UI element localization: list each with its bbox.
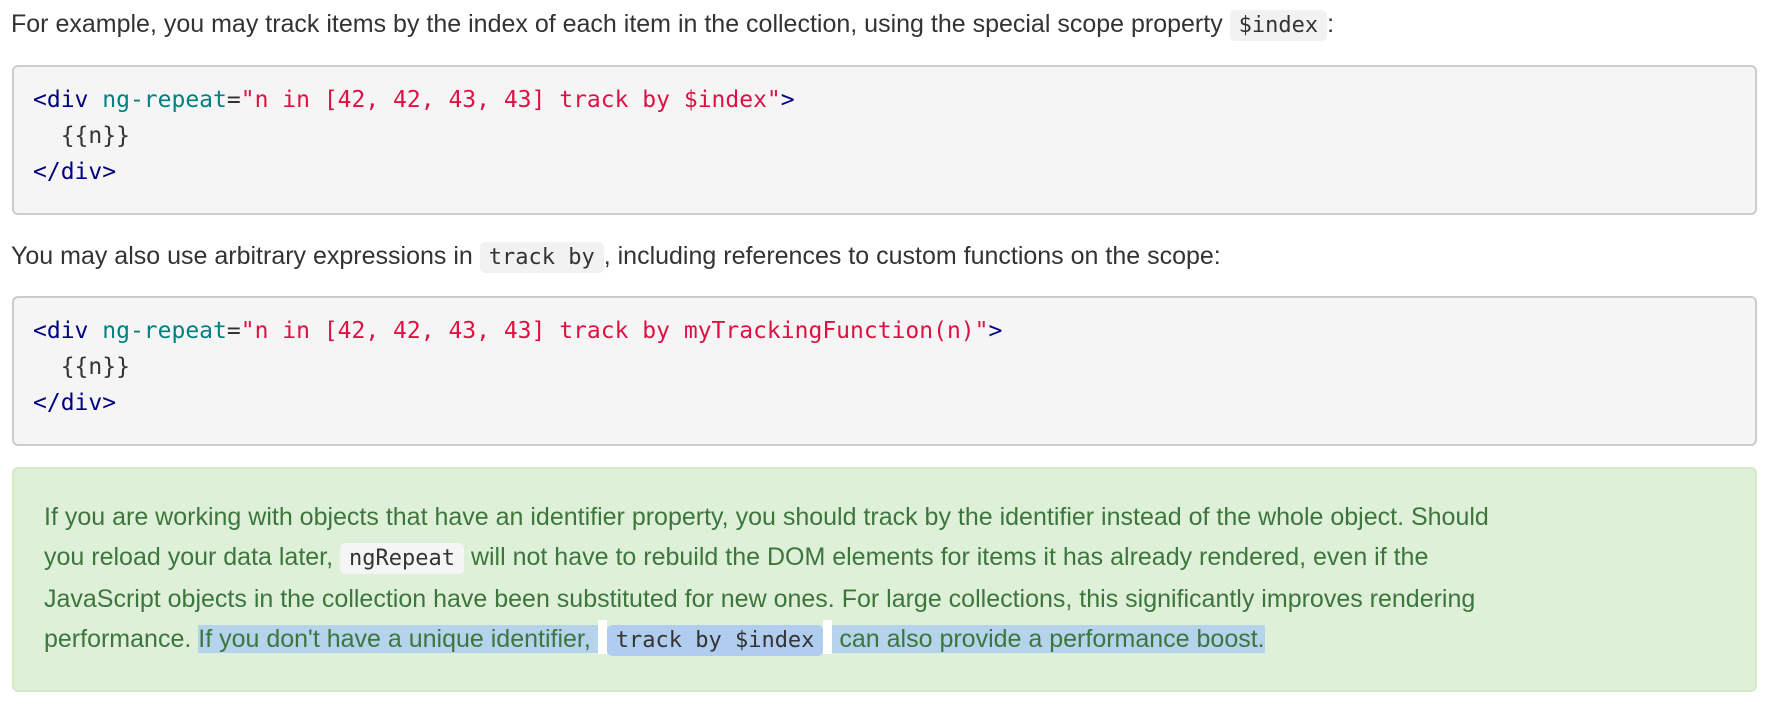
- code-tag-close: >: [988, 318, 1003, 344]
- code-end-tag: </div>: [33, 390, 117, 416]
- code-block-track-by-function: <div ng-repeat="n in [42, 42, 43, 43] tr…: [12, 296, 1757, 446]
- code-attr: ng-repeat: [102, 318, 227, 344]
- inline-code-track-by: track by: [479, 242, 604, 273]
- expressions-text: You may also use arbitrary expressions i…: [11, 242, 480, 270]
- alert-line-3: JavaScript objects in the collection hav…: [44, 579, 1725, 619]
- code-body: {{n}}: [33, 354, 130, 380]
- selection-gap: [597, 620, 607, 654]
- alert-line-4: performance. If you don't have a unique …: [44, 619, 1725, 661]
- selected-text-a[interactable]: If you don't have a unique identifier,: [198, 625, 598, 653]
- code-eq: =: [226, 87, 241, 113]
- success-alert: If you are working with objects that hav…: [12, 467, 1757, 692]
- code-block-track-by-index: <div ng-repeat="n in [42, 42, 43, 43] tr…: [12, 65, 1757, 215]
- code-attr-value: "n in [42, 42, 43, 43] track by $index": [240, 87, 781, 113]
- intro-paragraph: For example, you may track items by the …: [11, 6, 1334, 44]
- alert-line-2: you reload your data later, ngRepeat wil…: [44, 537, 1725, 579]
- expressions-suffix: , including references to custom functio…: [603, 242, 1221, 270]
- inline-code-ngrepeat: ngRepeat: [340, 543, 464, 574]
- alert-line-2-text-a: you reload your data later,: [44, 543, 341, 571]
- code-tag-open: <div: [33, 87, 89, 113]
- code-tag-open: <div: [33, 318, 89, 344]
- code-eq: =: [226, 318, 241, 344]
- code-attr: ng-repeat: [102, 87, 227, 113]
- expressions-paragraph: You may also use arbitrary expressions i…: [11, 238, 1221, 276]
- inline-code-track-by-index[interactable]: track by $index: [606, 625, 824, 656]
- alert-line-3-text: JavaScript objects in the collection hav…: [44, 585, 1476, 613]
- alert-line-1-text: If you are working with objects that hav…: [44, 503, 1489, 531]
- selected-text-b[interactable]: can also provide a performance boost.: [832, 625, 1265, 653]
- alert-line-1: If you are working with objects that hav…: [44, 497, 1725, 537]
- code-end-tag: </div>: [33, 159, 117, 185]
- intro-suffix: :: [1327, 10, 1335, 38]
- code-attr-value: "n in [42, 42, 43, 43] track by myTracki…: [240, 318, 989, 344]
- intro-text: For example, you may track items by the …: [11, 10, 1230, 38]
- alert-line-2-text-b: will not have to rebuild the DOM element…: [464, 543, 1429, 571]
- inline-code-index: $index: [1229, 10, 1328, 41]
- code-tag-close: >: [780, 87, 795, 113]
- alert-line-4-text: performance.: [44, 625, 199, 653]
- code-body: {{n}}: [33, 123, 130, 149]
